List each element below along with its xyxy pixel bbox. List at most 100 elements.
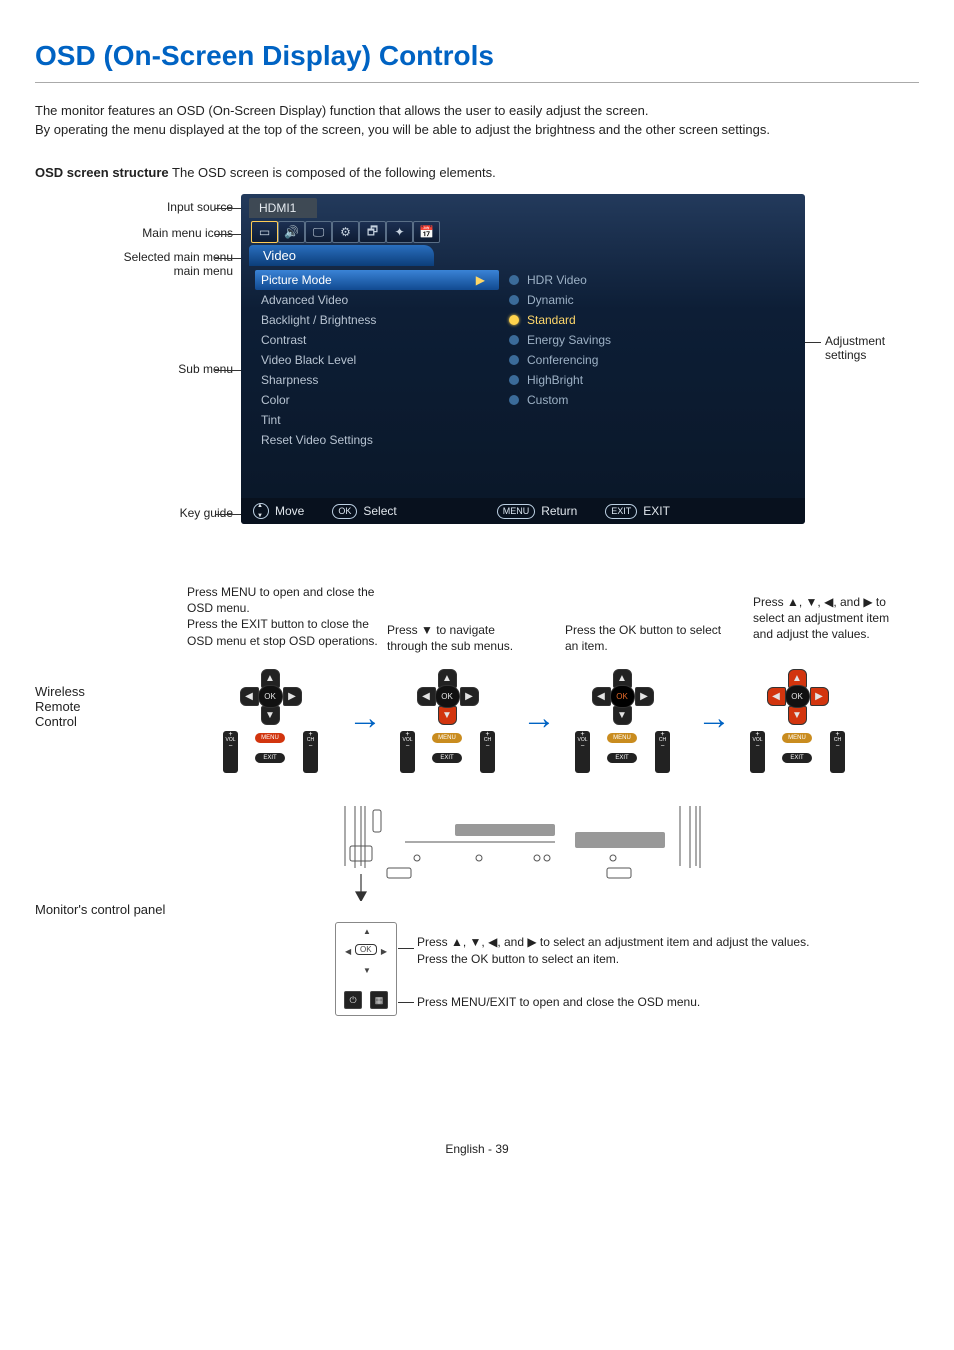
dpad-right-button[interactable]: ▶ — [460, 687, 479, 706]
intro-block: The monitor features an OSD (On-Screen D… — [35, 103, 919, 137]
dpad-right-button[interactable]: ▶ — [635, 687, 654, 706]
keyguide-exit: EXITEXIT — [605, 504, 670, 519]
osd-submenu-item[interactable]: Backlight / Brightness — [255, 310, 499, 330]
callout-key-guide: Key guide — [35, 506, 233, 520]
ok-button[interactable]: OK — [435, 685, 460, 708]
page-title: OSD (On-Screen Display) Controls — [35, 40, 919, 83]
dpad-right-button[interactable]: ▶ — [810, 687, 829, 706]
dpad-down-button[interactable]: ▼ — [788, 706, 807, 725]
osd-main-icon[interactable]: ▭ — [251, 221, 278, 243]
dpad-down-button[interactable]: ▼ — [438, 706, 457, 725]
osd-main-icon[interactable]: 🖵 — [305, 221, 332, 243]
osd-submenu-item[interactable]: Video Black Level — [255, 350, 499, 370]
keyguide-return: MENUReturn — [497, 504, 578, 519]
callout-adjustment-settings: Adjustment settings — [825, 334, 895, 362]
osd-options-list: HDR Video Dynamic Standard Energy Saving… — [499, 266, 757, 454]
channel-rocker[interactable]: +CH− — [303, 731, 318, 773]
exit-button[interactable]: EXIT — [782, 753, 812, 763]
osd-submenu-item[interactable]: Contrast — [255, 330, 499, 350]
volume-rocker[interactable]: +VOL− — [400, 731, 415, 773]
osd-submenu-item[interactable]: Color — [255, 390, 499, 410]
dpad-left-button[interactable]: ◀ — [592, 687, 611, 706]
exit-button[interactable]: EXIT — [255, 753, 285, 763]
osd-diagram: Input source Main menu icons Selected ma… — [35, 194, 900, 554]
osd-option[interactable]: Energy Savings — [503, 330, 757, 350]
dpad-icon — [253, 503, 269, 519]
osd-main-icon[interactable]: 🔊 — [278, 221, 305, 243]
arrow-right-icon: → — [697, 699, 731, 738]
osd-submenu-item[interactable]: Reset Video Settings — [255, 430, 499, 450]
menu-exit-icon[interactable]: ▦ — [370, 991, 388, 1009]
callout-main-menu-icons: Main menu icons — [35, 226, 233, 240]
callout-input-source: Input source — [35, 200, 233, 214]
osd-option[interactable]: Dynamic — [503, 290, 757, 310]
dpad-left-button[interactable]: ◀ — [767, 687, 786, 706]
osd-keyguide-bar: Move OKSelect MENUReturn EXITEXIT — [241, 498, 805, 524]
osd-main-icon[interactable]: ✦ — [386, 221, 413, 243]
osd-option[interactable]: Custom — [503, 390, 757, 410]
osd-submenu-list: Picture Mode▶ Advanced Video Backlight /… — [241, 266, 499, 454]
arrow-right-icon: → — [522, 699, 556, 738]
monitor-control-panel-section: Monitor's control panel ▲▼◀▶ OK ⏻ ▦ Pres… — [35, 902, 900, 1082]
monitor-button-block: ▲▼◀▶ OK ⏻ ▦ — [335, 922, 397, 1016]
osd-option[interactable]: Conferencing — [503, 350, 757, 370]
structure-heading-rest: The OSD screen is composed of the follow… — [169, 165, 496, 180]
ok-button[interactable]: OK — [610, 685, 635, 708]
dpad-right-button[interactable]: ▶ — [283, 687, 302, 706]
channel-rocker[interactable]: +CH− — [830, 731, 845, 773]
osd-option[interactable]: Standard — [503, 310, 757, 330]
callout-sub-menu: Sub menu — [35, 362, 233, 376]
exit-button[interactable]: EXIT — [432, 753, 462, 763]
ok-icon: OK — [332, 504, 357, 519]
page-footer: English - 39 — [35, 1142, 919, 1156]
monitor-dpad[interactable]: ▲▼◀▶ OK — [342, 927, 390, 975]
remote-caption-1: Press MENU to open and close the OSD men… — [187, 584, 382, 649]
remote-caption-3: Press the OK button to select an item. — [565, 622, 725, 654]
osd-main-icon[interactable]: 🗗 — [359, 221, 386, 243]
menu-button[interactable]: MENU — [432, 733, 462, 743]
remote-step-4: ▲ ▼ ◀ ▶ OK +VOL− MENU EXIT +CH− — [750, 669, 845, 794]
osd-submenu-item[interactable]: Sharpness — [255, 370, 499, 390]
osd-option[interactable]: HighBright — [503, 370, 757, 390]
remote-step-1: ▲ ▼ ◀ ▶ OK +VOL− MENU EXIT +CH− — [223, 669, 318, 794]
osd-submenu-item[interactable]: Advanced Video — [255, 290, 499, 310]
volume-rocker[interactable]: +VOL− — [223, 731, 238, 773]
dpad-left-button[interactable]: ◀ — [240, 687, 259, 706]
exit-button[interactable]: EXIT — [607, 753, 637, 763]
dpad-left-button[interactable]: ◀ — [417, 687, 436, 706]
dpad-down-button[interactable]: ▼ — [613, 706, 632, 725]
remote-caption-2: Press ▼ to navigate through the sub menu… — [387, 622, 537, 654]
volume-rocker[interactable]: +VOL− — [575, 731, 590, 773]
menu-icon: MENU — [497, 504, 536, 519]
monitor-desc-1: Press ▲, ▼, ◀, and ▶ to select an adjust… — [417, 934, 877, 969]
remote-caption-4: Press ▲, ▼, ◀, and ▶ to select an adjust… — [753, 594, 903, 643]
osd-selected-tab: Video — [249, 245, 434, 266]
intro-line-2: By operating the menu displayed at the t… — [35, 122, 919, 137]
osd-submenu-item[interactable]: Tint — [255, 410, 499, 430]
power-icon[interactable]: ⏻ — [344, 991, 362, 1009]
volume-rocker[interactable]: +VOL− — [750, 731, 765, 773]
monitor-panel-label: Monitor's control panel — [35, 902, 165, 917]
osd-main-icon[interactable]: ⚙ — [332, 221, 359, 243]
monitor-rear-diagram — [325, 806, 725, 901]
ok-button[interactable]: OK — [785, 685, 810, 708]
osd-input-source-badge: HDMI1 — [249, 198, 317, 218]
remote-step-2: ▲ ▼ ◀ ▶ OK +VOL− MENU EXIT +CH− — [400, 669, 495, 794]
arrow-right-icon: → — [348, 699, 382, 738]
intro-line-1: The monitor features an OSD (On-Screen D… — [35, 103, 919, 118]
osd-main-icon[interactable]: 📅 — [413, 221, 440, 243]
menu-button[interactable]: MENU — [607, 733, 637, 743]
structure-heading-bold: OSD screen structure — [35, 165, 169, 180]
channel-rocker[interactable]: +CH− — [655, 731, 670, 773]
ok-button[interactable]: OK — [258, 685, 283, 708]
menu-button[interactable]: MENU — [782, 733, 812, 743]
menu-button[interactable]: MENU — [255, 733, 285, 743]
dpad-down-button[interactable]: ▼ — [261, 706, 280, 725]
remote-step-3: ▲ ▼ ◀ ▶ OK +VOL− MENU EXIT +CH− — [575, 669, 670, 794]
monitor-desc-2: Press MENU/EXIT to open and close the OS… — [417, 994, 877, 1011]
wireless-remote-label: Wireless Remote Control — [35, 684, 115, 729]
osd-option[interactable]: HDR Video — [503, 270, 757, 290]
monitor-ok-button[interactable]: OK — [355, 944, 377, 955]
channel-rocker[interactable]: +CH− — [480, 731, 495, 773]
osd-submenu-item[interactable]: Picture Mode▶ — [255, 270, 499, 290]
